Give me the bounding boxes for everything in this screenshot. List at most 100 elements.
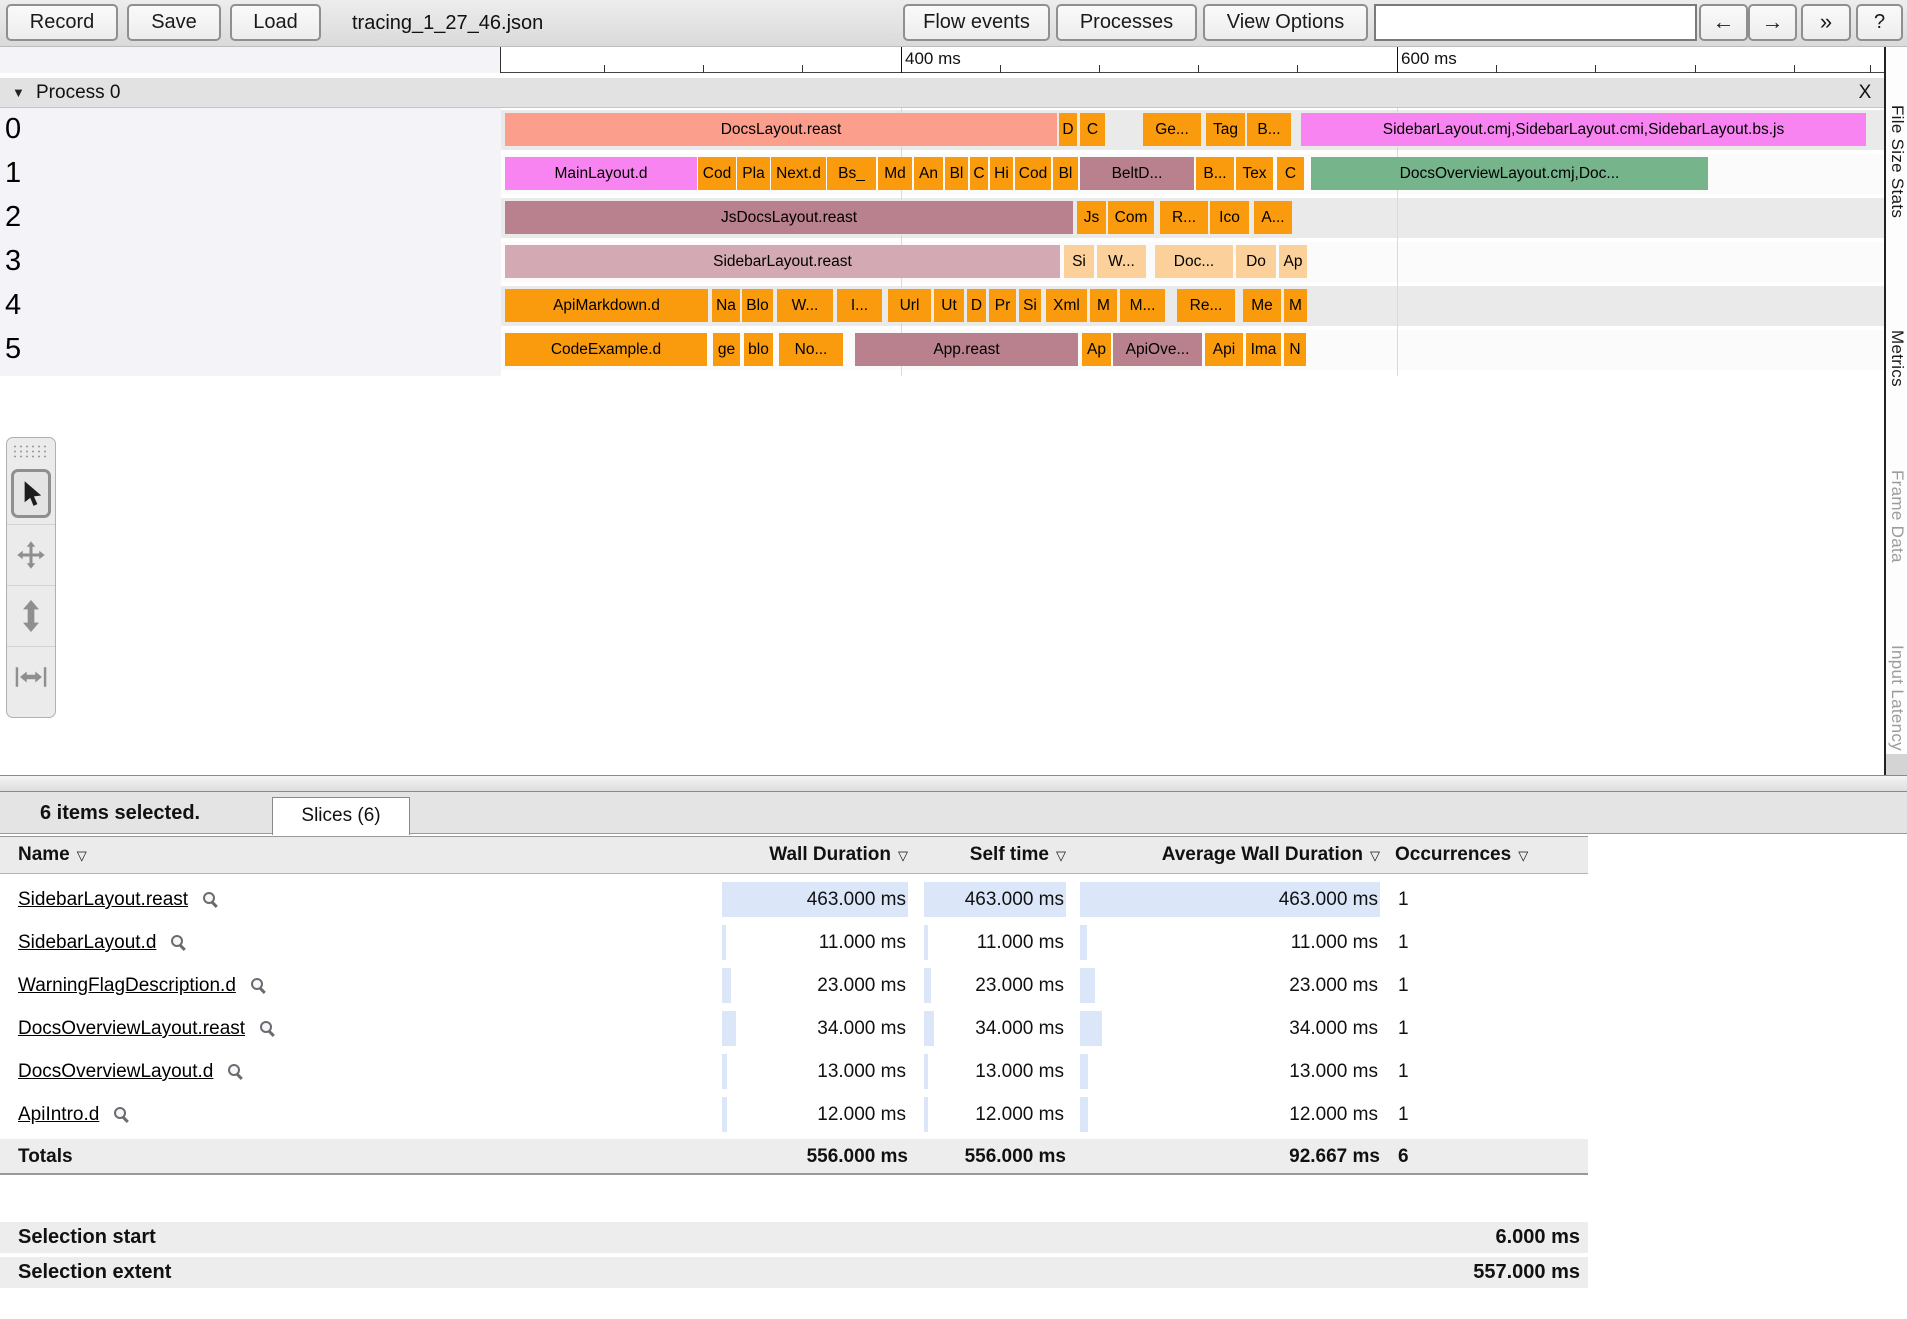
trace-slice[interactable]: ApiOve...: [1113, 333, 1202, 366]
trace-slice[interactable]: W...: [1097, 245, 1146, 278]
column-header-name[interactable]: Name▽: [18, 837, 238, 874]
find-next-button[interactable]: →: [1748, 4, 1797, 41]
trace-slice[interactable]: BeltD...: [1080, 157, 1194, 190]
view-options-button[interactable]: View Options: [1203, 4, 1368, 41]
trace-slice[interactable]: Doc...: [1155, 245, 1233, 278]
trace-slice[interactable]: App.reast: [855, 333, 1078, 366]
flow-events-button[interactable]: Flow events: [903, 4, 1050, 41]
trace-slice[interactable]: Ge...: [1143, 113, 1201, 146]
trace-slice[interactable]: Si: [1064, 245, 1094, 278]
trace-slice[interactable]: Me: [1243, 289, 1281, 322]
trace-slice[interactable]: Pr: [989, 289, 1016, 322]
more-options-button[interactable]: »: [1801, 4, 1851, 41]
magnifier-icon[interactable]: [260, 1021, 275, 1036]
vertical-zoom-tool-button[interactable]: [7, 585, 55, 646]
pan-tool-button[interactable]: [7, 524, 55, 585]
trace-slice[interactable]: DocsLayout.reast: [505, 113, 1057, 146]
process-expander-icon[interactable]: ▼: [12, 78, 25, 108]
trace-slice[interactable]: C: [1080, 113, 1105, 146]
slice-name-link[interactable]: DocsOverviewLayout.d: [18, 1050, 243, 1093]
trace-slice[interactable]: M: [1090, 289, 1117, 322]
record-button[interactable]: Record: [6, 4, 118, 41]
trace-slice[interactable]: M...: [1120, 289, 1165, 322]
trace-slice[interactable]: Xml: [1046, 289, 1087, 322]
column-header-average-wall-duration[interactable]: Average Wall Duration▽: [1080, 837, 1380, 874]
find-previous-button[interactable]: ←: [1699, 4, 1748, 41]
trace-slice[interactable]: Next.d: [771, 157, 826, 190]
trace-slice[interactable]: Si: [1019, 289, 1041, 322]
trace-slice[interactable]: Re...: [1177, 289, 1235, 322]
magnifier-icon[interactable]: [114, 1107, 129, 1122]
trace-slice[interactable]: SidebarLayout.cmj,SidebarLayout.cmi,Side…: [1301, 113, 1866, 146]
processes-button[interactable]: Processes: [1056, 4, 1197, 41]
trace-slice[interactable]: Ap: [1279, 245, 1307, 278]
trace-slice[interactable]: Js: [1077, 201, 1106, 234]
column-header-wall-duration[interactable]: Wall Duration▽: [722, 837, 908, 874]
trace-slice[interactable]: Api: [1205, 333, 1243, 366]
selection-tool-button[interactable]: [7, 463, 55, 524]
trace-slice[interactable]: B...: [1196, 157, 1234, 190]
side-tab-metrics[interactable]: Metrics: [1887, 330, 1907, 387]
side-tab-file-size-stats[interactable]: File Size Stats: [1887, 105, 1907, 218]
trace-slice[interactable]: Na: [712, 289, 740, 322]
trace-slice[interactable]: CodeExample.d: [505, 333, 707, 366]
search-input[interactable]: [1374, 4, 1697, 41]
trace-slice[interactable]: Cod: [698, 157, 736, 190]
trace-slice[interactable]: Do: [1236, 245, 1276, 278]
trace-slice[interactable]: C: [970, 157, 988, 190]
slice-name-link[interactable]: DocsOverviewLayout.reast: [18, 1007, 275, 1050]
trace-slice[interactable]: ApiMarkdown.d: [505, 289, 708, 322]
slice-name-link[interactable]: SidebarLayout.d: [18, 921, 186, 964]
trace-slice[interactable]: Bs_: [827, 157, 876, 190]
load-button[interactable]: Load: [230, 4, 321, 41]
side-tab-input-latency[interactable]: Input Latency: [1887, 645, 1907, 751]
trace-slice[interactable]: Pla: [737, 157, 770, 190]
trace-slice[interactable]: Tag: [1206, 113, 1245, 146]
trace-slice[interactable]: An: [914, 157, 943, 190]
trace-slice[interactable]: Md: [878, 157, 912, 190]
trace-slice[interactable]: W...: [777, 289, 833, 322]
palette-drag-handle-icon[interactable]: [12, 444, 50, 459]
trace-slice[interactable]: A...: [1254, 201, 1292, 234]
trace-slice[interactable]: Com: [1108, 201, 1154, 234]
trace-slice[interactable]: MainLayout.d: [505, 157, 697, 190]
magnifier-icon[interactable]: [251, 978, 266, 993]
magnifier-icon[interactable]: [203, 892, 218, 907]
slice-name-link[interactable]: SidebarLayout.reast: [18, 878, 218, 921]
trace-slice[interactable]: blo: [744, 333, 773, 366]
help-button[interactable]: ?: [1856, 4, 1903, 41]
panel-splitter[interactable]: [0, 775, 1907, 792]
trace-slice[interactable]: JsDocsLayout.reast: [505, 201, 1073, 234]
magnifier-icon[interactable]: [228, 1064, 243, 1079]
column-header-self-time[interactable]: Self time▽: [924, 837, 1066, 874]
trace-slice[interactable]: ge: [713, 333, 740, 366]
save-button[interactable]: Save: [127, 4, 221, 41]
trace-slice[interactable]: R...: [1160, 201, 1208, 234]
side-tab-frame-data[interactable]: Frame Data: [1887, 470, 1907, 563]
trace-slice[interactable]: Tex: [1236, 157, 1273, 190]
trace-slice[interactable]: I...: [837, 289, 882, 322]
trace-slice[interactable]: Ap: [1082, 333, 1111, 366]
trace-slice[interactable]: C: [1277, 157, 1304, 190]
trace-slice[interactable]: B...: [1247, 113, 1291, 146]
trace-slice[interactable]: SidebarLayout.reast: [505, 245, 1060, 278]
trace-slice[interactable]: N: [1284, 333, 1306, 366]
trace-slice[interactable]: D: [967, 289, 986, 322]
trace-slice[interactable]: DocsOverviewLayout.cmj,Doc...: [1311, 157, 1708, 190]
trace-slice[interactable]: M: [1284, 289, 1307, 322]
trace-slice[interactable]: Url: [888, 289, 931, 322]
magnifier-icon[interactable]: [171, 935, 186, 950]
timing-tool-button[interactable]: [7, 646, 55, 707]
trace-slice[interactable]: Ima: [1246, 333, 1281, 366]
trace-slice[interactable]: Cod: [1015, 157, 1051, 190]
trace-slice[interactable]: Ico: [1210, 201, 1249, 234]
trace-slice[interactable]: No...: [779, 333, 843, 366]
tab-slices[interactable]: Slices (6): [272, 797, 410, 835]
column-header-occurrences[interactable]: Occurrences▽: [1395, 837, 1575, 874]
slice-name-link[interactable]: ApiIntro.d: [18, 1093, 129, 1136]
trace-slice[interactable]: Ut: [934, 289, 964, 322]
trace-slice[interactable]: Blo: [742, 289, 773, 322]
trace-slice[interactable]: Bl: [945, 157, 968, 190]
trace-slice[interactable]: Bl: [1053, 157, 1078, 190]
process-close-button[interactable]: X: [1852, 78, 1878, 108]
